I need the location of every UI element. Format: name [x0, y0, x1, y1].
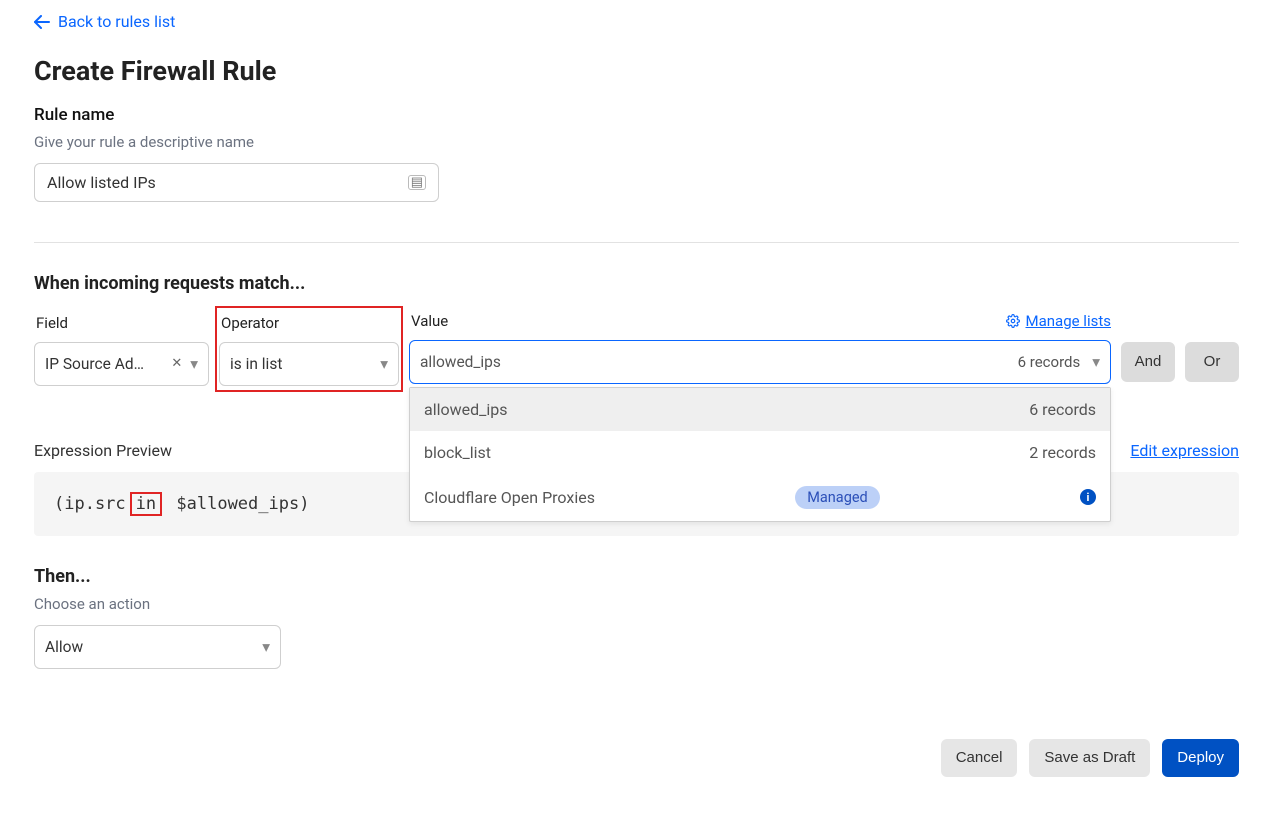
- action-select-value: Allow: [45, 638, 83, 656]
- rule-name-input[interactable]: Allow listed IPs ▤: [34, 163, 439, 202]
- and-button-label: And: [1135, 353, 1162, 370]
- back-link[interactable]: Back to rules list: [34, 12, 175, 31]
- value-col-label: Value: [411, 312, 448, 330]
- dropdown-option[interactable]: Cloudflare Open Proxies Managed i: [410, 474, 1110, 521]
- rule-name-value: Allow listed IPs: [47, 173, 156, 192]
- value-select[interactable]: allowed_ips 6 records ▾: [409, 340, 1111, 384]
- deploy-button[interactable]: Deploy: [1162, 739, 1239, 777]
- then-heading: Then...: [34, 566, 1239, 587]
- clear-icon[interactable]: ✕: [171, 356, 182, 371]
- contacts-icon: ▤: [408, 175, 426, 190]
- value-select-value: allowed_ips: [420, 353, 501, 371]
- or-button[interactable]: Or: [1185, 342, 1239, 382]
- value-dropdown: allowed_ips 6 records block_list 2 recor…: [409, 387, 1111, 522]
- dropdown-option-name: block_list: [424, 443, 491, 462]
- and-button[interactable]: And: [1121, 342, 1175, 382]
- save-draft-button-label: Save as Draft: [1044, 749, 1135, 766]
- managed-badge: Managed: [795, 486, 879, 509]
- page-title: Create Firewall Rule: [34, 55, 1239, 87]
- dropdown-option-name: allowed_ips: [424, 400, 508, 419]
- manage-lists-label: Manage lists: [1026, 312, 1111, 330]
- edit-expression-label: Edit expression: [1130, 441, 1239, 460]
- dropdown-option[interactable]: block_list 2 records: [410, 431, 1110, 474]
- edit-expression-link[interactable]: Edit expression: [1130, 441, 1239, 460]
- chevron-down-icon: ▾: [262, 638, 270, 656]
- expression-token-post: $allowed_ips): [174, 494, 311, 514]
- arrow-left-icon: [34, 15, 50, 29]
- field-select-value: IP Source Ad…: [45, 355, 144, 373]
- cancel-button[interactable]: Cancel: [941, 739, 1018, 777]
- action-select[interactable]: Allow ▾: [34, 625, 281, 669]
- value-select-records: 6 records: [1018, 353, 1081, 371]
- field-select[interactable]: IP Source Ad… ✕ ▾: [34, 342, 209, 386]
- field-col-label: Field: [36, 314, 209, 332]
- match-heading: When incoming requests match...: [34, 273, 1239, 294]
- cancel-button-label: Cancel: [956, 749, 1003, 766]
- dropdown-option[interactable]: allowed_ips 6 records: [410, 388, 1110, 431]
- chevron-down-icon: ▾: [190, 355, 198, 373]
- chevron-down-icon: ▾: [380, 355, 388, 373]
- dropdown-option-records: 6 records: [1029, 400, 1096, 419]
- dropdown-option-records: 2 records: [1029, 443, 1096, 462]
- operator-col-label: Operator: [221, 314, 399, 332]
- then-sub: Choose an action: [34, 595, 1239, 613]
- highlight-box-in-token: in: [130, 492, 162, 516]
- operator-select[interactable]: is in list ▾: [219, 342, 399, 386]
- chevron-down-icon: ▾: [1092, 353, 1100, 371]
- or-button-label: Or: [1204, 353, 1221, 370]
- expression-preview-label: Expression Preview: [34, 441, 172, 460]
- rule-name-label: Rule name: [34, 105, 1239, 125]
- manage-lists-link[interactable]: Manage lists: [1006, 312, 1111, 330]
- rule-name-sub: Give your rule a descriptive name: [34, 133, 1239, 151]
- section-divider: [34, 242, 1239, 243]
- deploy-button-label: Deploy: [1177, 749, 1224, 766]
- info-icon[interactable]: i: [1080, 489, 1096, 505]
- back-link-label: Back to rules list: [58, 12, 175, 31]
- dropdown-option-name: Cloudflare Open Proxies: [424, 488, 595, 507]
- operator-select-value: is in list: [230, 355, 282, 373]
- gear-icon: [1006, 314, 1020, 328]
- expression-token-pre: (ip.src: [52, 494, 128, 514]
- save-draft-button[interactable]: Save as Draft: [1029, 739, 1150, 777]
